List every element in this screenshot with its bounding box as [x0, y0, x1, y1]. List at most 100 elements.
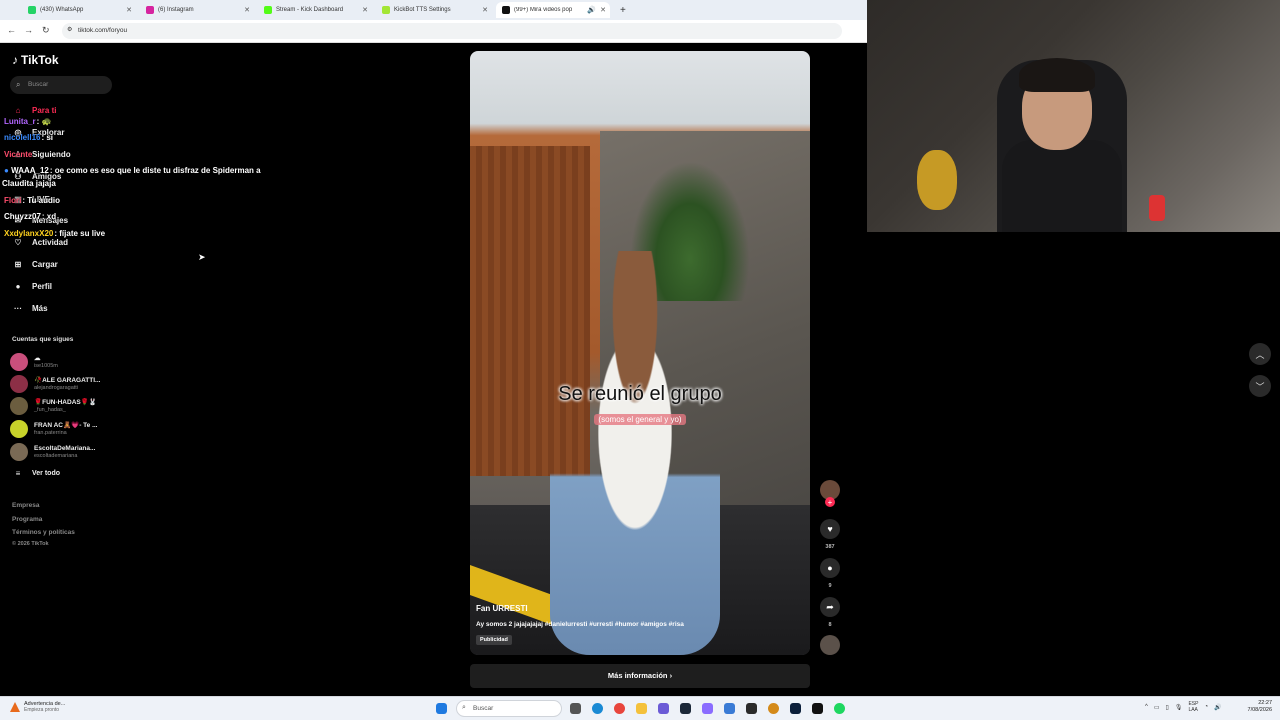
clock-time: 22:27 [1258, 700, 1272, 706]
search-placeholder: Buscar [473, 705, 494, 712]
chat-text: : xd [41, 212, 57, 221]
more-info-label: Más información [607, 671, 668, 680]
tab-label: (6) Instagram [158, 7, 194, 13]
webcam-streamer-hair [1019, 58, 1095, 92]
see-all-button[interactable]: ≡ Ver todo [12, 469, 60, 478]
tiktok-logo[interactable]: ♪ TikTok [12, 53, 59, 67]
task-view-icon[interactable] [570, 703, 581, 714]
tab-whatsapp[interactable]: (430) WhatsApp ✕ [22, 2, 136, 18]
speaker-icon[interactable]: 🔊 [587, 6, 596, 14]
tab-instagram[interactable]: (6) Instagram ✕ [140, 2, 254, 18]
nav-label: Cargar [32, 260, 58, 269]
close-tab-icon[interactable]: ✕ [126, 6, 132, 14]
avatar [10, 353, 28, 371]
site-info-icon[interactable]: ⚙ [67, 26, 72, 33]
discord-icon[interactable] [658, 703, 669, 714]
new-tab-button[interactable]: + [614, 2, 630, 18]
logo-text: TikTok [21, 53, 59, 67]
close-tab-icon[interactable]: ✕ [482, 6, 488, 14]
chat-text: : oe como es eso que le diste tu disfraz… [49, 166, 261, 175]
mouse-cursor-icon: ➤ [198, 252, 206, 262]
battery-icon[interactable]: ▯ [1166, 704, 1169, 711]
subcaption-text: (somos el general y yo) [594, 414, 686, 425]
account-handle: alejandrogaragatti [34, 384, 79, 391]
search-placeholder: Buscar [28, 81, 49, 88]
footer-link-empresa[interactable]: Empresa [12, 502, 39, 509]
video-description: Ay somos 2 jajajajajaj #daniel​urresti #… [476, 621, 684, 628]
sidebar-item-actividad[interactable]: ♡ Actividad [12, 238, 68, 247]
sidebar-item-para-ti[interactable]: ⌂ Para ti [12, 106, 57, 115]
chat-text: : si [41, 133, 54, 142]
followed-account[interactable]: EscoltaDeMariana... escoltademariana [10, 443, 95, 461]
reload-icon[interactable]: ↻ [42, 25, 50, 36]
followed-account[interactable]: 🥀ALE GARAGATTI... alejandrogaragatti [10, 375, 100, 393]
chevron-up-icon[interactable]: ^ [1145, 704, 1148, 710]
clock-date: 7/08/2026 [1247, 707, 1272, 713]
weather-warning-widget[interactable]: Advertencia de... Empieza pronto [10, 701, 65, 713]
footer-link-programa[interactable]: Programa [12, 516, 42, 523]
language-indicator[interactable]: ESP LAA [1188, 701, 1198, 713]
windows-start-icon[interactable] [436, 703, 447, 714]
share-button[interactable]: ➦ [820, 597, 840, 617]
chat-user: nicolell16 [4, 133, 41, 142]
volume-icon[interactable]: 🔊 [1214, 704, 1221, 711]
app-icon[interactable] [768, 703, 779, 714]
more-info-button[interactable]: Más información › [470, 664, 810, 688]
wifi-icon[interactable]: ◔ [1204, 704, 1208, 710]
sidebar-item-mas[interactable]: ··· Más [12, 304, 48, 313]
follow-plus-icon[interactable]: + [825, 497, 835, 507]
network-icon[interactable]: ▭ [1154, 704, 1160, 711]
steam-icon[interactable] [680, 703, 691, 714]
webcam-plush-toy [917, 150, 957, 210]
taskbar-clock[interactable]: 22:27 7/08/2026 [1236, 700, 1272, 714]
chat-message: XxdylanxX20: fíjate su live [4, 229, 105, 238]
chat-message: Vicente [4, 150, 33, 159]
account-name: 🌹FUN-HADAS🌹🐰 [34, 398, 97, 406]
close-tab-icon[interactable]: ✕ [244, 6, 250, 14]
app-icon[interactable] [702, 703, 713, 714]
file-explorer-icon[interactable] [636, 703, 647, 714]
sidebar-item-perfil[interactable]: ● Perfil [12, 282, 52, 291]
followed-account[interactable]: FRAN AC🧸💗- Te ... fran.paterrina [10, 420, 98, 438]
edge-icon[interactable] [592, 703, 603, 714]
search-icon: ⌕ [16, 80, 21, 89]
address-bar: ← → ↻ ⚙ tiktok.com/foryou [0, 20, 867, 43]
tab-kickbot[interactable]: KickBot TTS Settings ✕ [376, 2, 492, 18]
music-disc-icon[interactable] [820, 635, 840, 655]
chat-message: Flori: Tu audio [4, 196, 60, 205]
like-count: 387 [825, 544, 835, 550]
close-tab-icon[interactable]: ✕ [600, 6, 606, 14]
obs-icon[interactable] [746, 703, 757, 714]
video-author[interactable]: Fan URRESTI [476, 604, 528, 613]
url-input[interactable]: ⚙ tiktok.com/foryou [62, 23, 842, 39]
url-text: tiktok.com/foryou [78, 27, 128, 34]
chevron-up-icon: ︿ [1255, 349, 1265, 360]
close-tab-icon[interactable]: ✕ [362, 6, 368, 14]
sidebar-item-cargar[interactable]: ⊞ Cargar [12, 260, 58, 269]
video-player[interactable]: Se reunió el grupo (somos el general y y… [470, 51, 810, 655]
tiktok-app-icon[interactable] [812, 703, 823, 714]
warning-subtitle: Empieza pronto [24, 707, 60, 713]
next-video-button[interactable]: ﹀ [1249, 375, 1271, 397]
account-handle: fran.paterrina [34, 429, 67, 436]
back-icon[interactable]: ← [7, 25, 16, 35]
tab-tiktok[interactable]: (99+) Mira videos populares 🔊 ✕ [496, 2, 610, 18]
chrome-icon[interactable] [614, 703, 625, 714]
followed-account[interactable]: ☁ ise1005m [10, 353, 58, 371]
like-button[interactable]: ♥ [820, 519, 840, 539]
tab-kick-dashboard[interactable]: Stream - Kick Dashboard ✕ [258, 2, 372, 18]
forward-icon[interactable]: → [24, 25, 33, 35]
account-name: EscoltaDeMariana... [34, 444, 96, 452]
browser-tab-bar: (430) WhatsApp ✕ (6) Instagram ✕ Stream … [0, 0, 867, 20]
store-icon[interactable] [724, 703, 735, 714]
footer-link-terminos[interactable]: Términos y políticas [12, 529, 75, 536]
search-input[interactable]: ⌕ Buscar [10, 76, 112, 94]
taskbar-search-input[interactable]: ⌕ Buscar [456, 700, 562, 717]
microphone-icon[interactable]: 🎙 [1175, 704, 1183, 711]
terminal-icon[interactable] [790, 703, 801, 714]
previous-video-button[interactable]: ︿ [1249, 343, 1271, 365]
spotify-icon[interactable] [834, 703, 845, 714]
nav-label: Perfil [32, 282, 53, 291]
followed-account[interactable]: 🌹FUN-HADAS🌹🐰 _fun_hadas_ [10, 397, 97, 415]
comment-button[interactable]: ● [820, 558, 840, 578]
